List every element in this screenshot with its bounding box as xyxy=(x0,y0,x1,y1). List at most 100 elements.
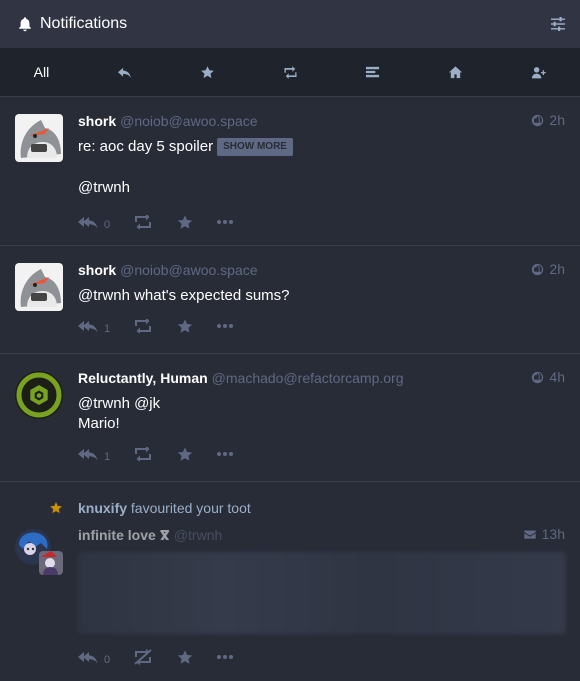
reply-count: 1 xyxy=(104,323,111,335)
status-timestamp[interactable]: 13h xyxy=(523,526,565,542)
status-time: 2h xyxy=(549,261,565,277)
reply-all-icon xyxy=(78,321,98,333)
filter-all-label: All xyxy=(33,64,50,80)
account-handle[interactable]: @noiob@awoo.space xyxy=(120,262,257,278)
status-action-bar: 0 xyxy=(78,639,566,675)
mention-link[interactable]: @trwnh xyxy=(78,178,566,198)
status-timestamp[interactable]: 4h xyxy=(531,369,565,385)
home-icon xyxy=(449,65,463,78)
status-time: 13h xyxy=(541,526,565,542)
filter-tab-follows[interactable] xyxy=(497,48,580,96)
favourite-button[interactable] xyxy=(176,318,194,335)
avatar[interactable] xyxy=(15,371,63,419)
show-more-button[interactable]: SHOW MORE xyxy=(217,138,293,156)
reply-button[interactable]: 0 xyxy=(78,648,110,666)
display-name[interactable]: shork xyxy=(78,113,116,129)
reply-button[interactable]: 1 xyxy=(78,445,110,463)
status-item[interactable]: Reluctantly, Human @machado@refactorcamp… xyxy=(0,354,580,482)
status-timestamp[interactable]: 2h xyxy=(531,112,565,128)
boost-button[interactable] xyxy=(133,215,153,229)
display-name[interactable]: infinite love ⴳ xyxy=(78,527,170,544)
notification-filter-bar: All xyxy=(0,48,580,97)
sliders-icon[interactable] xyxy=(550,16,566,32)
avatar[interactable] xyxy=(15,114,63,162)
follow-icon xyxy=(532,66,546,78)
status-content: re: aoc day 5 spoiler SHOW MORE @trwnh xyxy=(78,137,566,198)
star-icon xyxy=(178,214,193,229)
envelope-icon xyxy=(523,529,536,539)
status-item[interactable]: shork @noiob@awoo.space 2h re: aoc day 5… xyxy=(0,97,580,246)
boost-icon xyxy=(135,447,152,461)
account-handle[interactable]: @noiob@awoo.space xyxy=(120,113,257,129)
filter-tab-boosts[interactable] xyxy=(249,48,332,96)
boost-icon xyxy=(284,65,296,79)
more-button[interactable] xyxy=(217,324,234,328)
favourited-status[interactable]: infinite love ⴳ @trwnh 13h 0 xyxy=(0,517,580,677)
status-content: @trwnh @jk Mario! xyxy=(78,394,566,434)
star-icon xyxy=(178,446,193,461)
favourite-star-icon xyxy=(50,502,62,514)
more-button[interactable] xyxy=(217,220,234,224)
reply-all-icon xyxy=(78,217,98,229)
filter-tab-mentions[interactable] xyxy=(83,48,166,96)
ellipsis-icon xyxy=(217,452,234,456)
globe-icon xyxy=(532,371,544,383)
status-action-bar: 1 xyxy=(78,436,566,472)
favourite-button[interactable] xyxy=(176,649,194,666)
shark-avatar-icon xyxy=(15,114,63,162)
reply-button[interactable]: 0 xyxy=(78,213,110,231)
reply-button[interactable]: 1 xyxy=(78,317,110,335)
bell-icon xyxy=(19,17,31,32)
star-icon xyxy=(178,318,193,333)
reply-count: 0 xyxy=(104,219,111,231)
favourite-button[interactable] xyxy=(176,214,194,231)
blurred-content xyxy=(78,552,566,634)
avatar[interactable] xyxy=(15,263,63,311)
more-button[interactable] xyxy=(217,655,234,659)
more-button[interactable] xyxy=(217,452,234,456)
content-warning: re: aoc day 5 spoiler xyxy=(78,138,214,155)
status-time: 2h xyxy=(549,112,565,128)
favourite-notification[interactable]: knuxify favourited your toot infinite lo… xyxy=(0,482,580,681)
column-header: Notifications xyxy=(0,0,580,48)
star-icon xyxy=(200,65,214,78)
status-text: @trwnh what's expected sums? xyxy=(78,287,290,304)
filter-tab-favourites[interactable] xyxy=(166,48,249,96)
filter-tab-all[interactable]: All xyxy=(0,48,83,96)
globe-icon xyxy=(532,114,544,126)
notification-action: favourited your toot xyxy=(130,500,251,516)
reply-count: 0 xyxy=(104,654,111,666)
globe-icon xyxy=(532,263,544,275)
filter-tab-home[interactable] xyxy=(414,48,497,96)
ellipsis-icon xyxy=(217,220,234,224)
notification-actor[interactable]: knuxify xyxy=(78,500,127,516)
status-content: @trwnh what's expected sums? xyxy=(78,286,566,306)
boost-button[interactable] xyxy=(133,319,153,333)
account-handle[interactable]: @machado@refactorcamp.org xyxy=(212,370,404,386)
hexagon-avatar-icon xyxy=(15,371,63,419)
boost-button[interactable] xyxy=(133,447,153,461)
reply-icon xyxy=(117,67,131,78)
account-handle[interactable]: @trwnh xyxy=(174,527,222,543)
notification-text: knuxify favourited your toot xyxy=(78,500,251,516)
status-time: 4h xyxy=(549,369,565,385)
filter-tab-polls[interactable] xyxy=(331,48,414,96)
display-name[interactable]: Reluctantly, Human xyxy=(78,370,208,386)
boost-icon xyxy=(135,319,152,333)
poll-icon xyxy=(366,66,380,77)
reply-all-icon xyxy=(78,652,98,664)
shark-avatar-icon xyxy=(15,263,63,311)
boosted-avatar xyxy=(39,551,63,575)
display-name[interactable]: shork xyxy=(78,262,116,278)
status-text-line: Mario! xyxy=(78,415,120,432)
status-timestamp[interactable]: 2h xyxy=(531,261,565,277)
reply-all-icon xyxy=(78,449,98,461)
favourite-button[interactable] xyxy=(176,446,194,463)
star-icon xyxy=(178,649,193,664)
mini-avatar-icon xyxy=(39,551,63,575)
boost-icon xyxy=(135,215,152,229)
column-title: Notifications xyxy=(40,15,128,32)
status-item[interactable]: shork @noiob@awoo.space 2h @trwnh what's… xyxy=(0,246,580,354)
boost-disabled-button xyxy=(133,649,153,665)
status-action-bar: 1 xyxy=(78,308,566,344)
